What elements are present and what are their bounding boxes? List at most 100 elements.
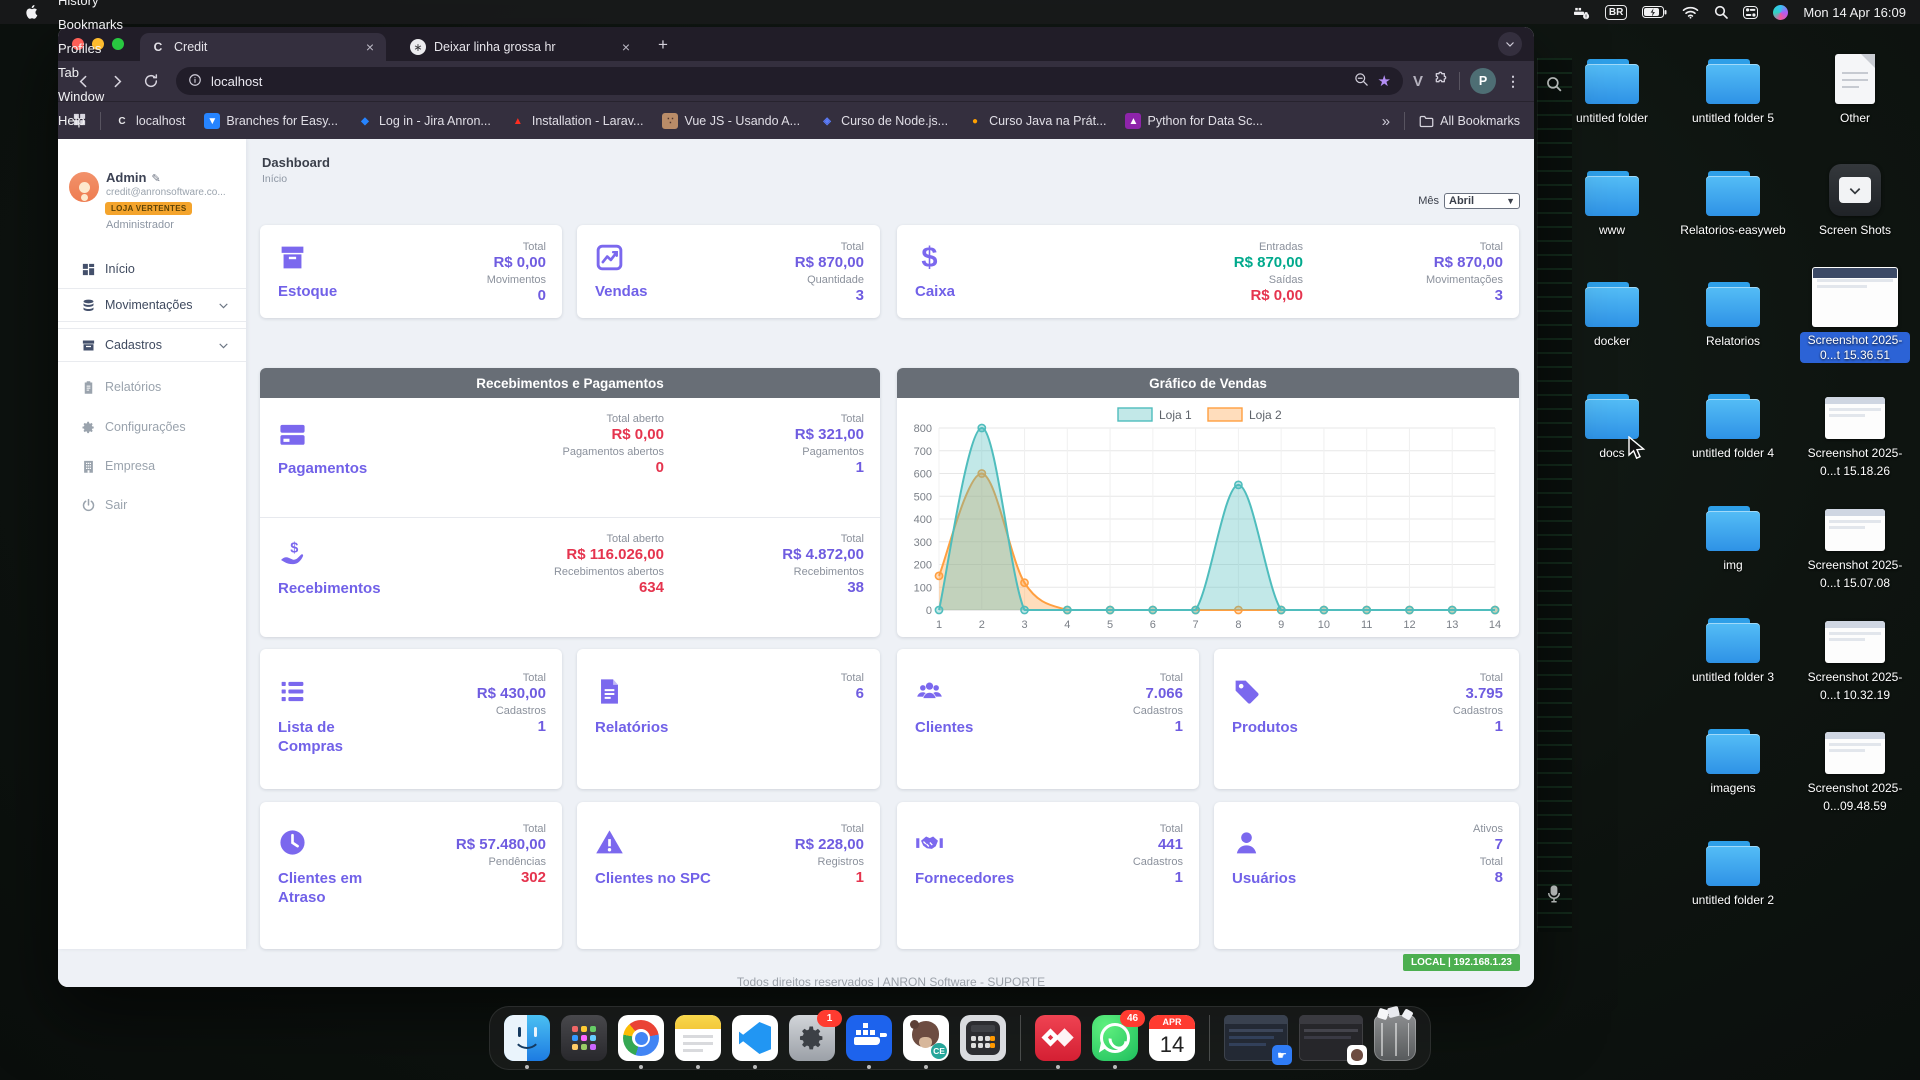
bookmark-branches-for-easy-[interactable]: ▼Branches for Easy... (204, 113, 338, 129)
input-source-indicator[interactable]: BR (1605, 5, 1627, 20)
spotlight-search-icon[interactable] (1714, 5, 1728, 19)
card-clientes[interactable]: ClientesTotal7.066Cadastros1 (897, 649, 1199, 789)
new-tab-button[interactable]: + (650, 32, 676, 58)
dock-whatsapp[interactable]: 46 (1092, 1015, 1138, 1061)
dock-calculator[interactable] (960, 1015, 1006, 1061)
desktop-icon-screenshot-2025-0-09-48-59[interactable]: Screenshot 2025-0...09.48.59 (1800, 722, 1910, 815)
sidebar-item-cadastros[interactable]: Cadastros (58, 328, 246, 362)
desktop-icon-img[interactable]: img (1678, 499, 1788, 574)
apple-menu-icon[interactable] (14, 0, 48, 24)
tab-deixar-linha[interactable]: ∗ Deixar linha grossa hr × (400, 33, 642, 61)
sidebar-item-movimenta-es[interactable]: Movimentações (58, 288, 246, 322)
bookmark-vue-js-usando-a-[interactable]: ∵Vue JS - Usando A... (662, 113, 800, 129)
desktop-icon-untitled-folder-4[interactable]: untitled folder 4 (1678, 387, 1788, 462)
dock-docker[interactable] (846, 1015, 892, 1061)
bookmark-curso-de-node-js-[interactable]: ◈Curso de Node.js... (819, 113, 948, 129)
menubar-item-window[interactable]: Window (48, 84, 133, 108)
bookmark-python-for-data-sc-[interactable]: ▲Python for Data Sc... (1125, 113, 1262, 129)
sidebar-item-sair[interactable]: Sair (58, 488, 246, 522)
profile-avatar[interactable]: P (1470, 68, 1496, 94)
vue-devtools-icon[interactable]: V (1413, 73, 1423, 90)
svg-text:500: 500 (914, 491, 932, 503)
tab-search-button[interactable] (1498, 32, 1522, 56)
url-text[interactable]: localhost (211, 74, 262, 89)
card-caixa[interactable]: $CaixaEntradasR$ 870,00SaídasR$ 0,00Tota… (897, 225, 1519, 318)
desktop-icon-other[interactable]: Other (1800, 52, 1910, 127)
desktop-icon-imagens[interactable]: imagens (1678, 722, 1788, 797)
card-vendas[interactable]: VendasTotalR$ 870,00Quantidade3 (577, 225, 880, 318)
dock-dbeaver[interactable]: CE (903, 1015, 949, 1061)
docker-menu-icon[interactable]: ! (1573, 5, 1590, 20)
desktop-icon-screen-shots[interactable]: Screen Shots (1800, 164, 1910, 239)
desktop-icon-untitled-folder[interactable]: untitled folder (1557, 52, 1667, 127)
menubar-clock[interactable]: Mon 14 Apr 16:09 (1803, 5, 1906, 20)
dock-chrome[interactable] (618, 1015, 664, 1061)
dock-launchpad[interactable] (561, 1015, 607, 1061)
user-avatar[interactable] (69, 172, 99, 202)
dock-window-thumb-1[interactable]: ☛ (1224, 1015, 1288, 1061)
desktop-icon-screenshot-2025-0-t-15-07-08[interactable]: Screenshot 2025-0...t 15.07.08 (1800, 499, 1910, 592)
desktop-icon-docker[interactable]: docker (1557, 275, 1667, 350)
menu-dots-icon[interactable]: ⋮ (1506, 77, 1520, 86)
zoom-icon[interactable] (1354, 72, 1369, 90)
bookmark-curso-java-na-pr-t-[interactable]: ●Curso Java na Prát... (967, 113, 1106, 129)
desktop-icon-screenshot-2025-0-t-15-18-26[interactable]: Screenshot 2025-0...t 15.18.26 (1800, 387, 1910, 480)
row-recebimentos[interactable]: $RecebimentosTotal abertoR$ 116.026,00Re… (260, 517, 880, 637)
menubar-item-bookmarks[interactable]: Bookmarks (48, 12, 133, 36)
sidebar-item-empresa[interactable]: Empresa (58, 449, 246, 483)
bookmark-log-in-jira-anron-[interactable]: ◆Log in - Jira Anron... (357, 113, 491, 129)
desktop-icon-untitled-folder-5[interactable]: untitled folder 5 (1678, 52, 1788, 127)
dock-calendar[interactable]: APR14 (1149, 1015, 1195, 1061)
svg-text:13: 13 (1446, 619, 1458, 631)
close-tab-icon[interactable]: × (364, 39, 376, 55)
siri-icon[interactable] (1773, 5, 1788, 20)
sidebar-item-in-cio[interactable]: Início (58, 252, 246, 286)
desktop-icon-relatorios[interactable]: Relatorios (1678, 275, 1788, 350)
bookmark-installation-larav-[interactable]: ▲Installation - Larav... (510, 113, 644, 129)
site-info-icon[interactable] (188, 73, 202, 90)
dock-settings[interactable]: 1 (789, 1015, 835, 1061)
desktop-icon-www[interactable]: www (1557, 164, 1667, 239)
month-select[interactable]: Abril▼ (1444, 193, 1520, 209)
card-produtos[interactable]: ProdutosTotal3.795Cadastros1 (1214, 649, 1519, 789)
row-pagamentos[interactable]: PagamentosTotal abertoR$ 0,00Pagamentos … (260, 398, 880, 517)
dock-window-thumb-2[interactable] (1299, 1015, 1363, 1061)
desktop-icon-untitled-folder-2[interactable]: untitled folder 2 (1678, 834, 1788, 909)
reload-button[interactable] (136, 66, 166, 96)
card-lista-de-compras[interactable]: Lista de ComprasTotalR$ 430,00Cadastros1 (260, 649, 562, 789)
menubar-item-help[interactable]: Help (48, 108, 133, 132)
desktop-icon-screenshot-2025-0-t-10-32-19[interactable]: Screenshot 2025-0...t 10.32.19 (1800, 611, 1910, 704)
tab-credit[interactable]: C Credit × (140, 33, 386, 61)
card-clientes-no-spc[interactable]: Clientes no SPCTotalR$ 228,00Registros1 (577, 802, 880, 949)
bookmarks-overflow-chevron[interactable]: » (1382, 113, 1390, 130)
sidebar-item-relat-rios[interactable]: Relatórios (58, 370, 246, 404)
card-relatorios[interactable]: RelatóriosTotal6 (577, 649, 880, 789)
edit-pencil-icon[interactable]: ✎ (151, 173, 160, 185)
card-usuarios[interactable]: UsuáriosAtivos7Total8 (1214, 802, 1519, 949)
card-estoque[interactable]: EstoqueTotalR$ 0,00Movimentos0 (260, 225, 562, 318)
desktop-icon-docs[interactable]: docs (1557, 387, 1667, 462)
dock-vscode[interactable] (732, 1015, 778, 1061)
desktop-icon-relatorios-easyweb[interactable]: Relatorios-easyweb (1678, 164, 1788, 239)
dock-finder[interactable] (504, 1015, 550, 1061)
battery-icon[interactable] (1642, 6, 1667, 19)
menubar-item-profiles[interactable]: Profiles (48, 36, 133, 60)
bookmark-favicon: ▲ (1125, 113, 1141, 129)
dock-notes[interactable] (675, 1015, 721, 1061)
card-clientes-em-atraso[interactable]: Clientes em AtrasoTotalR$ 57.480,00Pendê… (260, 802, 562, 949)
close-tab-icon[interactable]: × (620, 39, 632, 55)
dock-anydesk[interactable] (1035, 1015, 1081, 1061)
dock-trash[interactable] (1374, 1015, 1416, 1061)
menubar-item-tab[interactable]: Tab (48, 60, 133, 84)
bookmark-star-icon[interactable]: ★ (1378, 72, 1391, 90)
control-center-icon[interactable] (1743, 6, 1758, 19)
all-bookmarks-button[interactable]: All Bookmarks (1419, 114, 1520, 128)
sidebar-item-configura-es[interactable]: Configurações (58, 410, 246, 444)
extensions-puzzle-icon[interactable] (1433, 71, 1449, 92)
menubar-item-history[interactable]: History (48, 0, 133, 12)
card-fornecedores[interactable]: FornecedoresTotal441Cadastros1 (897, 802, 1199, 949)
desktop-icon-screenshot-2025-0-t-15-36-51[interactable]: Screenshot 2025-0...t 15.36.51 (1800, 275, 1910, 363)
desktop-icon-untitled-folder-3[interactable]: untitled folder 3 (1678, 611, 1788, 686)
address-bar[interactable]: localhost ★ (176, 67, 1403, 95)
wifi-icon[interactable] (1682, 6, 1699, 19)
